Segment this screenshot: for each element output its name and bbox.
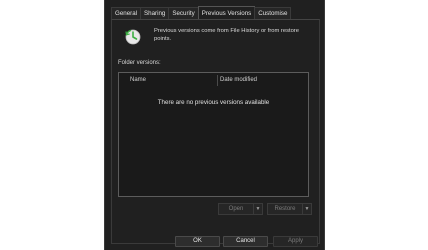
column-divider[interactable] [217, 75, 218, 86]
tab-previous-versions[interactable]: Previous Versions [197, 6, 256, 19]
open-button[interactable]: Open [219, 204, 253, 214]
tab-security[interactable]: Security [168, 7, 199, 19]
tab-customise[interactable]: Customise [254, 7, 292, 19]
info-text: Previous versions come from File History… [154, 28, 299, 42]
versions-list[interactable]: Name Date modified There are no previous… [118, 72, 309, 197]
open-split-button[interactable]: Open ▼ [218, 203, 263, 215]
column-header-date-modified[interactable]: Date modified [220, 77, 257, 83]
tab-general[interactable]: General [111, 7, 142, 19]
restore-split-button[interactable]: Restore ▼ [267, 203, 312, 215]
previous-versions-panel: Previous versions come from File History… [111, 19, 320, 244]
empty-list-message: There are no previous versions available [157, 99, 270, 106]
chevron-down-icon[interactable]: ▼ [302, 204, 311, 214]
restore-button[interactable]: Restore [268, 204, 302, 214]
apply-button[interactable]: Apply [273, 236, 318, 247]
chevron-down-icon[interactable]: ▼ [253, 204, 262, 214]
folder-versions-label: Folder versions: [118, 60, 161, 66]
cancel-button[interactable]: Cancel [223, 236, 268, 247]
previous-versions-icon [124, 28, 142, 46]
tab-sharing[interactable]: Sharing [140, 7, 170, 19]
properties-dialog: General Sharing Security Previous Versio… [104, 0, 325, 250]
column-header-name[interactable]: Name [130, 77, 146, 83]
ok-button[interactable]: OK [175, 236, 220, 247]
